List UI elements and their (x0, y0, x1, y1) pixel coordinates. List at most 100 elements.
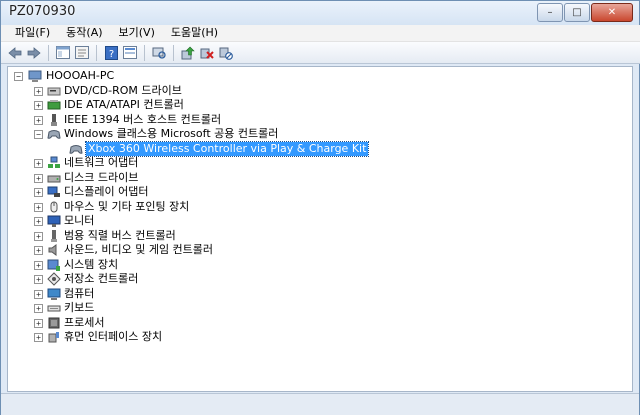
menu-view[interactable]: 보기(V) (111, 25, 163, 41)
tree-item-label: DVD/CD-ROM 드라이브 (64, 83, 182, 97)
tree-category-item[interactable]: + 디스크 드라이브 (12, 171, 628, 186)
title-bar[interactable]: PZ070930 – □ ✕ (1, 1, 639, 25)
scan-hardware-icon (152, 47, 166, 59)
computer-icon (28, 70, 42, 82)
minimize-button[interactable]: – (537, 3, 563, 22)
expand-toggle[interactable]: + (34, 318, 43, 328)
show-tree-button[interactable] (55, 45, 71, 61)
help-button[interactable]: ? (103, 45, 119, 61)
tree-category-item[interactable]: + 휴먼 인터페이스 장치 (12, 330, 628, 345)
menu-action[interactable]: 동작(A) (58, 25, 110, 41)
tree-category-item[interactable]: + IEEE 1394 버스 호스트 컨트롤러 (12, 113, 628, 128)
back-arrow-icon (8, 46, 22, 59)
game-controller-icon (47, 130, 61, 139)
forward-button[interactable] (26, 45, 42, 61)
window-controls: – □ ✕ (537, 3, 633, 22)
root-label: HOOOAH-PC (46, 69, 115, 82)
tree-category-item[interactable]: + 저장소 컨트롤러 (12, 272, 628, 287)
tree-category-item[interactable]: − Windows 클래스용 Microsoft 공용 컨트롤러 (12, 127, 628, 142)
close-icon: ✕ (607, 7, 617, 18)
ide-controller-icon (47, 100, 61, 110)
processor-icon (48, 317, 60, 328)
uninstall-button[interactable] (199, 45, 215, 61)
expand-toggle[interactable]: + (34, 275, 43, 284)
tree-category-item[interactable]: + 프로세서 (12, 316, 628, 331)
device-manager-window: PZ070930 – □ ✕ 파일(F) 동작(A) 보기(V) 도움말(H) (0, 0, 640, 415)
tree-category-item[interactable]: + 마우스 및 기타 포인팅 장치 (12, 200, 628, 215)
tree-category-item[interactable]: + 사운드, 비디오 및 게임 컨트롤러 (12, 243, 628, 258)
expand-toggle[interactable]: + (34, 246, 43, 255)
tree-category-item[interactable]: + DVD/CD-ROM 드라이브 (12, 84, 628, 99)
tree-category-item[interactable]: + 네트워크 어댑터 (12, 156, 628, 171)
expand-toggle[interactable]: + (34, 202, 43, 212)
menu-help[interactable]: 도움말(H) (163, 25, 226, 41)
expand-toggle[interactable]: + (34, 260, 43, 270)
dvd-drive-icon (47, 87, 61, 95)
toolbar-separator (173, 44, 174, 61)
expand-toggle[interactable]: + (34, 159, 43, 168)
view-button[interactable] (122, 45, 138, 61)
monitor-icon (47, 215, 61, 227)
expand-toggle[interactable]: + (34, 231, 43, 241)
expand-toggle[interactable]: + (34, 188, 43, 197)
menu-bar: 파일(F) 동작(A) 보기(V) 도움말(H) (1, 25, 640, 42)
tree-item-label: IEEE 1394 버스 호스트 컨트롤러 (64, 112, 222, 126)
toolbar: ? (1, 42, 640, 64)
tree-category-item[interactable]: + 범용 직렬 버스 컨트롤러 (12, 229, 628, 244)
storage-controller-icon (47, 272, 61, 286)
help-icon: ? (104, 45, 118, 60)
tree-category-item[interactable]: + 디스플레이 어댑터 (12, 185, 628, 200)
collapse-toggle[interactable]: − (34, 130, 43, 139)
expand-toggle[interactable]: + (34, 101, 43, 110)
game-controller-icon (69, 144, 83, 154)
back-button[interactable] (7, 45, 23, 61)
device-tree-pane[interactable]: − HOOOAH-PC + DVD/CD-ROM 드라이브 + IDE ATA/ATA… (7, 66, 633, 392)
mouse-icon (50, 201, 58, 212)
expand-toggle[interactable]: + (34, 289, 43, 299)
tree-item-label: 디스크 드라이브 (64, 170, 139, 184)
svg-text:?: ? (108, 49, 113, 60)
minimize-icon: – (547, 7, 553, 18)
ieee1394-icon (51, 113, 57, 126)
tree-item-label: 키보드 (64, 301, 95, 314)
tree-item-label: 프로세서 (64, 315, 105, 329)
update-driver-button[interactable] (180, 45, 196, 61)
close-button[interactable]: ✕ (591, 3, 633, 22)
view-icon (123, 46, 137, 59)
expand-toggle[interactable]: + (34, 173, 43, 183)
maximize-button[interactable]: □ (564, 3, 590, 22)
scan-hardware-button[interactable] (151, 45, 167, 61)
tree-item-label: 휴먼 인터페이스 장치 (64, 330, 163, 343)
usb-icon (51, 229, 57, 242)
tree-category-item[interactable]: + 컴퓨터 (12, 287, 628, 302)
disable-button[interactable] (218, 45, 234, 61)
device-tree: − HOOOAH-PC + DVD/CD-ROM 드라이브 + IDE ATA/ATA… (12, 69, 628, 345)
maximize-icon: □ (572, 7, 582, 18)
properties-button[interactable] (74, 45, 90, 61)
keyboard-icon (47, 305, 61, 312)
network-adapter-icon (48, 156, 60, 168)
tree-child-item[interactable]: Xbox 360 Wireless Controller via Play & … (12, 140, 628, 157)
collapse-root-toggle[interactable]: − (14, 72, 23, 81)
tree-root[interactable]: − HOOOAH-PC (12, 69, 628, 84)
tree-category-item[interactable]: + 모니터 (12, 214, 628, 229)
system-device-icon (47, 259, 60, 271)
expand-toggle[interactable]: + (34, 333, 43, 342)
toolbar-separator (48, 44, 49, 61)
tree-item-label: 컴퓨터 (64, 286, 95, 300)
expand-toggle[interactable]: + (34, 217, 43, 226)
tree-category-item[interactable]: + 시스템 장치 (12, 258, 628, 273)
expand-toggle[interactable]: + (34, 86, 43, 96)
selected-device-label: Xbox 360 Wireless Controller via Play & … (84, 140, 370, 157)
display-adapter-icon (47, 186, 60, 197)
tree-item-label: Windows 클래스용 Microsoft 공용 컨트롤러 (64, 127, 279, 140)
tree-category-item[interactable]: + IDE ATA/ATAPI 컨트롤러 (12, 98, 628, 113)
expand-toggle[interactable]: + (34, 115, 43, 125)
menu-file[interactable]: 파일(F) (7, 25, 58, 41)
hid-icon (48, 332, 59, 343)
tree-category-item[interactable]: + 키보드 (12, 301, 628, 316)
expand-toggle[interactable]: + (34, 304, 43, 313)
toolbar-separator (96, 44, 97, 61)
tree-item-label: 사운드, 비디오 및 게임 컨트롤러 (64, 243, 214, 256)
toolbar-separator (144, 44, 145, 61)
